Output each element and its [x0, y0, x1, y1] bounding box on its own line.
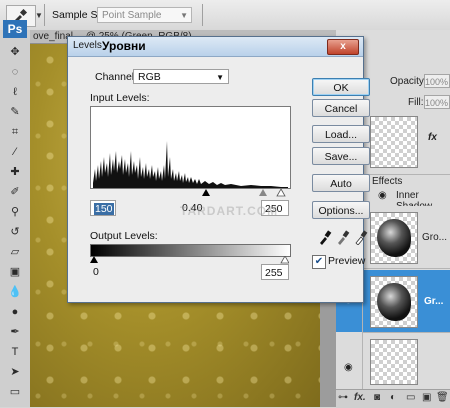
shape-tool-icon[interactable]: ▭	[7, 384, 23, 400]
marquee-tool-icon[interactable]: ◌	[7, 64, 23, 80]
opacity-label: Opacity:	[390, 76, 427, 87]
channel-select[interactable]: RGB ▼	[133, 69, 229, 84]
gamma-handle	[259, 189, 267, 196]
eyedropper-tool-icon[interactable]: ⁄	[7, 144, 23, 160]
lasso-tool-icon[interactable]: ℓ	[7, 84, 23, 100]
layer-row-selected[interactable]: Gr...	[362, 270, 450, 333]
fx-icon[interactable]: fx	[428, 132, 437, 143]
input-black-value: 150	[94, 203, 114, 215]
blur-tool-icon[interactable]: 💧	[7, 284, 23, 300]
input-levels-label: Input Levels:	[90, 92, 150, 104]
layer-thumbnail	[370, 116, 418, 168]
fill-label: Fill:	[408, 97, 424, 108]
input-levels-slider[interactable]	[90, 188, 289, 198]
clone-stamp-tool-icon[interactable]: ⚲	[7, 204, 23, 220]
load-button[interactable]: Load...	[312, 125, 370, 143]
heart-shape-thumbnail	[377, 283, 411, 321]
healing-brush-tool-icon[interactable]: ✚	[7, 164, 23, 180]
gray-eyedropper-icon[interactable]	[336, 229, 350, 245]
chevron-down-icon: ▼	[180, 11, 188, 20]
layer-thumbnail	[370, 212, 418, 264]
watermark: TARDART.COM	[180, 204, 279, 218]
dialog-title: Levels	[73, 40, 102, 51]
layers-panel-footer: ⊶ fx. ◙ ◐ ▭ ▣ 🗑	[336, 389, 450, 408]
heart-shape-thumbnail	[377, 219, 411, 257]
chevron-down-icon[interactable]: ▼	[35, 11, 43, 20]
type-tool-icon[interactable]: T	[7, 344, 23, 360]
move-tool-icon[interactable]: ✥	[7, 44, 23, 60]
layer-thumbnail	[370, 276, 418, 328]
preview-label: Preview	[328, 255, 366, 267]
layer-thumbnail	[370, 339, 418, 385]
sample-size-select[interactable]: Point Sample ▼	[97, 7, 192, 23]
fx-icon[interactable]: fx.	[354, 392, 366, 403]
auto-button[interactable]: Auto	[312, 174, 370, 192]
cancel-button[interactable]: Cancel	[312, 99, 370, 117]
black-point-handle	[202, 189, 210, 196]
white-point-handle	[276, 188, 286, 197]
layer-name[interactable]: Gr...	[424, 296, 443, 307]
output-black-field[interactable]: 0	[90, 264, 116, 280]
layer-row[interactable]: Gro...	[362, 206, 450, 269]
mask-icon[interactable]: ◙	[374, 392, 380, 403]
quick-selection-tool-icon[interactable]: ✎	[7, 104, 23, 120]
eye-icon[interactable]: ◉	[378, 190, 387, 201]
levels-dialog: Levels Уровни x Channel: RGB ▼ Input Lev…	[67, 36, 370, 303]
eye-icon[interactable]: ◉	[344, 362, 353, 373]
gradient-tool-icon[interactable]: ▣	[7, 264, 23, 280]
histogram	[90, 106, 291, 189]
history-brush-tool-icon[interactable]: ↺	[7, 224, 23, 240]
layer-row[interactable]: fx	[362, 110, 450, 175]
path-selection-tool-icon[interactable]: ➤	[7, 364, 23, 380]
layer-row[interactable]	[362, 333, 450, 390]
channel-value: RGB	[138, 71, 161, 83]
dodge-tool-icon[interactable]: ●	[7, 304, 23, 320]
options-button[interactable]: Options...	[312, 201, 370, 219]
output-levels-slider[interactable]	[90, 256, 289, 264]
dialog-titlebar[interactable]: Levels Уровни x	[68, 37, 363, 57]
link-layers-icon[interactable]: ⊶	[338, 392, 348, 403]
sample-size-value: Point Sample	[102, 10, 162, 21]
black-eyedropper-icon[interactable]	[318, 229, 332, 245]
options-bar: ▼ Sample Size: Point Sample ▼	[0, 0, 450, 31]
new-layer-icon[interactable]: ▣	[422, 392, 431, 403]
divider	[202, 4, 203, 26]
dialog-title-overlay: Уровни	[102, 39, 146, 53]
fill-field[interactable]: 100%	[424, 95, 450, 109]
histogram-graph	[93, 141, 288, 188]
effects-label: Effects	[372, 176, 403, 187]
layer-visibility-column	[336, 333, 363, 389]
output-white-field[interactable]: 255	[261, 264, 289, 280]
ok-button[interactable]: OK	[312, 78, 370, 96]
opacity-field[interactable]: 100%	[424, 74, 450, 88]
chevron-down-icon: ▼	[216, 73, 224, 82]
eraser-tool-icon[interactable]: ▱	[7, 244, 23, 260]
channel-label: Channel:	[95, 71, 138, 83]
trash-icon[interactable]: 🗑	[436, 392, 449, 403]
group-icon[interactable]: ▭	[406, 392, 415, 403]
layer-name[interactable]: Gro...	[422, 232, 447, 243]
white-eyedropper-icon[interactable]	[354, 229, 368, 245]
pen-tool-icon[interactable]: ✒	[7, 324, 23, 340]
crop-tool-icon[interactable]: ⌗	[7, 124, 23, 140]
adjustment-icon[interactable]: ◐	[390, 392, 396, 403]
output-levels-label: Output Levels:	[90, 230, 158, 242]
photoshop-logo: Ps	[3, 20, 27, 38]
brush-tool-icon[interactable]: ✐	[7, 184, 23, 200]
divider	[44, 4, 45, 26]
close-button[interactable]: x	[327, 39, 359, 55]
save-button[interactable]: Save...	[312, 147, 370, 165]
input-black-field[interactable]: 150	[90, 200, 116, 216]
input-levels-slider-marks	[202, 188, 286, 197]
preview-checkbox[interactable]: ✔	[312, 255, 326, 269]
